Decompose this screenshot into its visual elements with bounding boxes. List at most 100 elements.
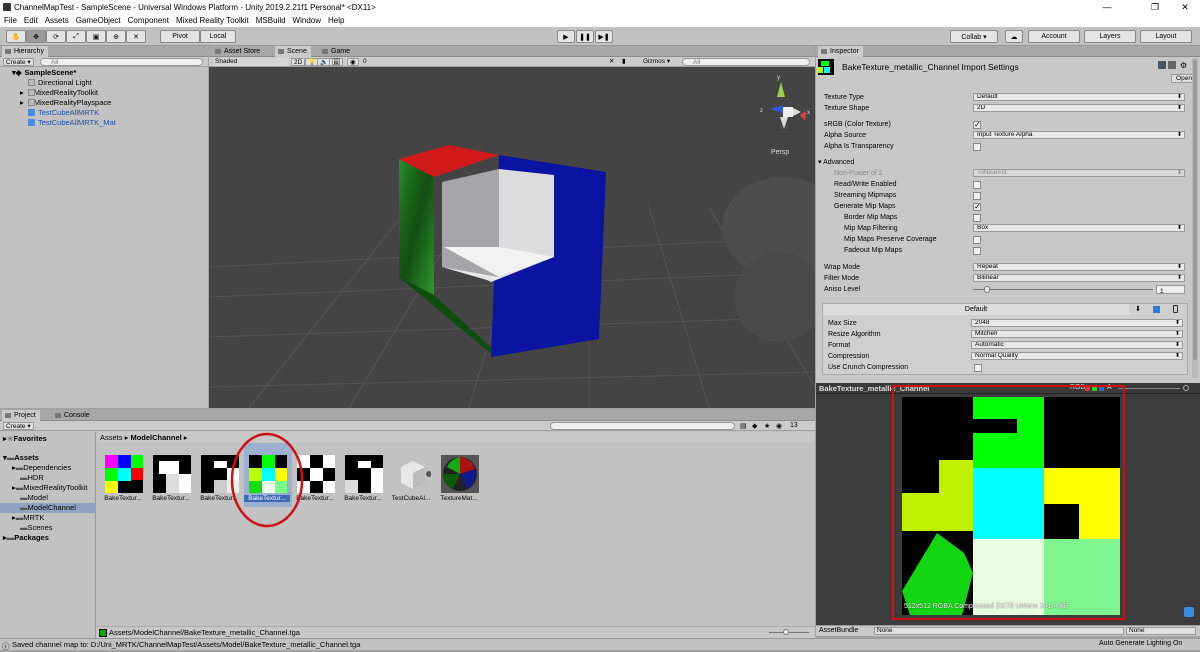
rect-tool-icon[interactable]: ▣ [86, 30, 106, 43]
scene-viewport[interactable]: y z x Persp [209, 67, 815, 408]
preserve-coverage-checkbox[interactable] [973, 236, 981, 244]
hierarchy-item[interactable]: ▸ MixedRealityPlayspace [20, 98, 111, 108]
hierarchy-create-button[interactable]: Create ▾ [3, 58, 34, 66]
custom-tool-icon[interactable]: ✕ [126, 30, 146, 43]
packages-node[interactable]: ▸▬Packages [3, 533, 49, 543]
persp-label[interactable]: Persp [771, 149, 789, 156]
max-size-dropdown[interactable]: 2048 [971, 319, 1183, 327]
step-button[interactable]: ▶❚ [595, 30, 613, 43]
transform-tool-icon[interactable]: ⊕ [106, 30, 126, 43]
hidden-objects-icon[interactable]: ◉ [347, 58, 359, 66]
filter-type-icon[interactable]: ▤ [740, 422, 747, 430]
play-button[interactable]: ▶ [557, 30, 575, 43]
icon-size-slider[interactable] [769, 632, 809, 633]
scene-root[interactable]: ▾◆ SampleScene* [12, 68, 76, 78]
platform-tab-default[interactable]: Default [823, 304, 1129, 315]
advanced-foldout[interactable]: ▾ Advanced [816, 157, 1190, 168]
scene-search-input[interactable]: All [682, 58, 810, 66]
compression-dropdown[interactable]: Normal Quality [971, 352, 1183, 360]
texture-shape-dropdown[interactable]: 2D [973, 104, 1185, 112]
tab-console[interactable]: Console [52, 410, 94, 421]
project-create-button[interactable]: Create ▾ [3, 422, 34, 430]
assetbundle-dropdown[interactable]: None [874, 627, 1124, 635]
folder-item[interactable]: ▬Scenes [20, 523, 53, 533]
cloud-icon[interactable]: ☁ [1005, 30, 1023, 43]
account-dropdown[interactable]: Account [1028, 30, 1080, 43]
alpha-source-dropdown[interactable]: Input Texture Alpha [973, 131, 1185, 139]
folder-item[interactable]: ▬HDR [20, 473, 44, 483]
assets-node[interactable]: ▾▬Assets [3, 453, 39, 463]
mip-filtering-dropdown[interactable]: Box [973, 224, 1185, 232]
local-toggle[interactable]: Local [200, 30, 236, 43]
close-button[interactable]: ✕ [1172, 0, 1198, 14]
shading-dropdown[interactable]: Shaded [213, 58, 289, 66]
tab-project[interactable]: Project [2, 410, 40, 421]
status-message[interactable]: Saved channel map to: D:/Uni_MRTK/Channe… [12, 640, 360, 649]
gizmos-dropdown[interactable]: Gizmos ▾ [641, 58, 672, 66]
orientation-gizmo[interactable]: y z x [760, 75, 810, 129]
folder-item[interactable]: ▸▬MRTK [12, 513, 44, 523]
windows-icon[interactable] [1153, 306, 1160, 313]
crunch-checkbox[interactable] [974, 364, 982, 372]
visibility-icon[interactable]: ◉ [776, 422, 782, 430]
hand-tool-icon[interactable]: ✋ [6, 30, 26, 43]
texture-type-dropdown[interactable]: Default [973, 93, 1185, 101]
streaming-mipmaps-checkbox[interactable] [973, 192, 981, 200]
download-icon[interactable]: ⬇ [1135, 305, 1141, 313]
icon-size-slider-handle[interactable] [783, 629, 789, 635]
auto-lighting-status[interactable]: Auto Generate Lighting On [1099, 640, 1182, 647]
maximize-button[interactable]: ❐ [1142, 0, 1168, 14]
favorite-star-icon[interactable]: ★ [764, 422, 770, 430]
alpha-transparency-checkbox[interactable] [973, 143, 981, 151]
menu-mrtk[interactable]: Mixed Reality Toolkit [176, 16, 249, 25]
format-dropdown[interactable]: Automatic [971, 341, 1183, 349]
folder-item-selected[interactable]: ▬ModelChannel [0, 503, 96, 513]
resize-dropdown[interactable]: Mitchell [971, 330, 1183, 338]
asset-item[interactable]: TestCubeAl... [388, 443, 436, 507]
menu-msbuild[interactable]: MSBuild [256, 16, 286, 25]
project-search-input[interactable] [550, 422, 735, 430]
tab-hierarchy[interactable]: Hierarchy [2, 46, 48, 57]
layers-dropdown[interactable]: Layers [1084, 30, 1136, 43]
help-icon[interactable] [1158, 61, 1166, 69]
tab-game[interactable]: Game [319, 46, 354, 57]
filter-mode-dropdown[interactable]: Bilinear [973, 274, 1185, 282]
filter-label-icon[interactable]: ◆ [752, 422, 757, 430]
hierarchy-item[interactable]: Directional Light [28, 78, 92, 88]
menu-window[interactable]: Window [293, 16, 321, 25]
tools-icon[interactable]: ✕ [607, 58, 616, 66]
mobile-icon[interactable] [1173, 305, 1178, 313]
pause-button[interactable]: ❚❚ [576, 30, 594, 43]
menu-file[interactable]: File [4, 16, 17, 25]
tab-asset-store[interactable]: Asset Store [212, 46, 264, 57]
inspector-scrollbar[interactable] [1192, 58, 1198, 378]
layout-dropdown[interactable]: Layout [1140, 30, 1192, 43]
folder-item[interactable]: ▸▬Dependencies [12, 463, 71, 473]
mip-slider[interactable] [1118, 388, 1180, 389]
asset-item[interactable]: BakeTextur... [100, 443, 148, 507]
aniso-slider-handle[interactable] [983, 286, 990, 293]
effects-icon[interactable]: 🖼 [329, 58, 344, 66]
hierarchy-item[interactable]: TestCubeAllMRTK_Mat [28, 118, 116, 128]
tab-inspector[interactable]: Inspector [818, 46, 863, 57]
rotate-tool-icon[interactable]: ⟳ [46, 30, 66, 43]
readwrite-checkbox[interactable] [973, 181, 981, 189]
preset-icon[interactable] [1168, 61, 1176, 69]
menu-help[interactable]: Help [328, 16, 344, 25]
aniso-value-field[interactable]: 1 [1156, 285, 1185, 295]
pivot-toggle[interactable]: Pivot [160, 30, 200, 43]
tab-scene[interactable]: Scene [275, 46, 311, 57]
scale-tool-icon[interactable]: ⤢ [66, 30, 86, 43]
breadcrumb-modelchannel[interactable]: ModelChannel [130, 433, 181, 442]
wrap-mode-dropdown[interactable]: Repeat [973, 263, 1185, 271]
camera-icon[interactable]: ▮ [620, 58, 628, 66]
aniso-slider-track[interactable] [973, 289, 1153, 290]
collab-status-icon[interactable] [1184, 607, 1194, 617]
breadcrumb-assets[interactable]: Assets [100, 433, 123, 442]
hierarchy-item[interactable]: TestCubeAllMRTK [28, 108, 99, 118]
menu-gameobject[interactable]: GameObject [76, 16, 121, 25]
hierarchy-item[interactable]: ▸ MixedRealityToolkit [20, 88, 98, 98]
collab-button[interactable]: Collab ▾ [950, 30, 998, 43]
fadeout-checkbox[interactable] [973, 247, 981, 255]
generate-mipmaps-checkbox[interactable]: ✓ [973, 203, 981, 211]
